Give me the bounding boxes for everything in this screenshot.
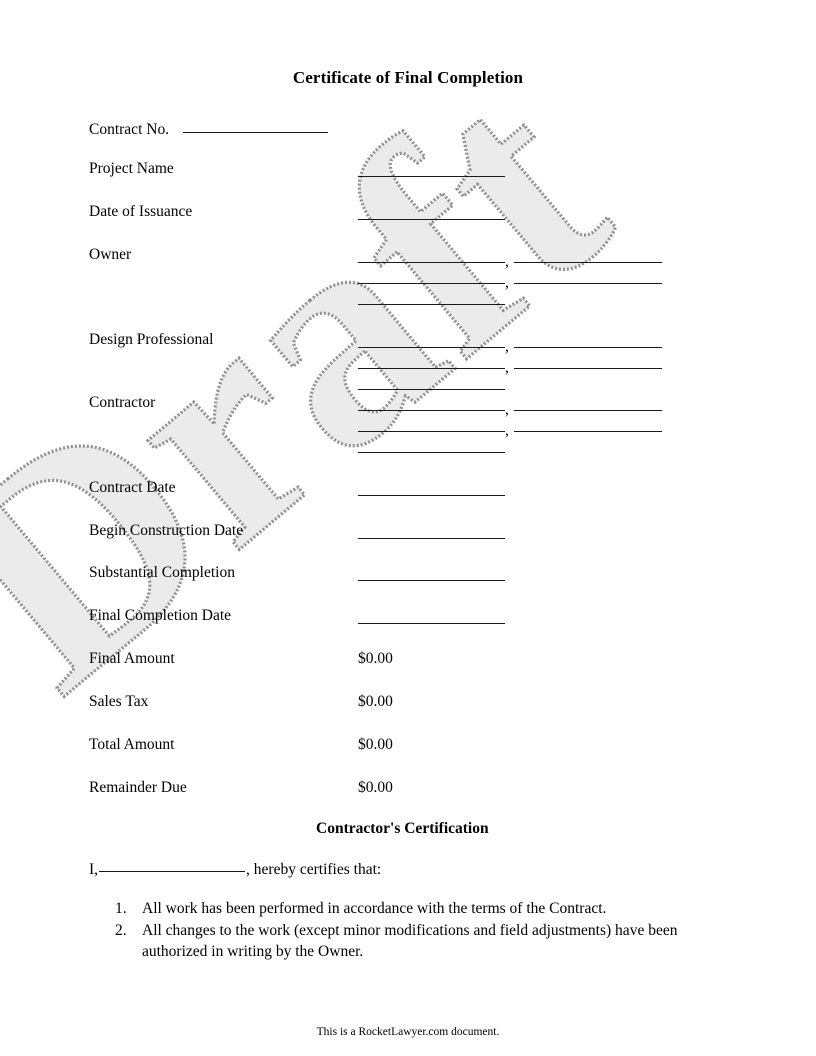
amount-label-total-amount: Total Amount [89,736,175,753]
design-comma-1: , [505,338,509,355]
contractor-comma-1: , [505,401,509,418]
field-rule-design-line2-b[interactable] [514,368,662,369]
field-rule-contractor-line3[interactable] [358,452,505,453]
field-rule-begin-construction-date[interactable] [358,538,505,539]
list-item: 1. All work has been performed in accord… [89,898,729,920]
list-item-number: 2. [115,921,127,939]
field-rule-project-name[interactable] [358,176,505,177]
field-rule-substantial-completion[interactable] [358,580,505,581]
field-label-date-of-issuance: Date of Issuance [89,203,193,220]
field-label-substantial-completion: Substantial Completion [89,564,235,581]
list-item: 2. All changes to the work (except minor… [89,920,729,963]
design-comma-2: , [505,359,509,376]
field-label-owner: Owner [89,246,132,263]
amount-value-final-amount: $0.00 [358,650,393,667]
field-rule-design-line1-a[interactable] [358,347,505,348]
amount-value-total-amount: $0.00 [358,736,393,753]
field-rule-owner-line1-b[interactable] [514,262,662,263]
field-label-contractor: Contractor [89,394,156,411]
field-rule-owner-line2-b[interactable] [514,283,662,284]
field-label-contract-no: Contract No. [89,121,170,138]
field-rule-contractor-line2-a[interactable] [358,431,505,432]
field-rule-contractor-line1-b[interactable] [514,410,662,411]
field-label-project-name: Project Name [89,160,174,177]
field-rule-owner-line1-a[interactable] [358,262,505,263]
field-rule-contractor-line2-b[interactable] [514,431,662,432]
certification-name-rule[interactable] [99,871,246,872]
certification-heading: Contractor's Certification [316,820,489,837]
amount-label-remainder-due: Remainder Due [89,779,187,796]
owner-comma-2: , [505,274,509,291]
field-label-design-professional: Design Professional [89,331,214,348]
field-rule-contractor-line1-a[interactable] [358,410,505,411]
amount-value-remainder-due: $0.00 [358,779,393,796]
list-item-text: All changes to the work (except minor mo… [142,921,678,961]
certification-intro: I, , hereby certifies that: [89,861,381,879]
page-footer: This is a RocketLawyer.com document. [316,1026,500,1038]
field-rule-final-completion-date[interactable] [358,623,505,624]
owner-comma-1: , [505,253,509,270]
list-item-number: 1. [115,900,127,917]
field-rule-owner-line2-a[interactable] [358,283,505,284]
field-label-final-completion-date: Final Completion Date [89,607,232,624]
field-rule-date-of-issuance[interactable] [358,219,505,220]
certification-intro-prefix: I, [89,861,99,878]
field-label-contract-date: Contract Date [89,479,176,496]
amount-value-sales-tax: $0.00 [358,693,393,710]
amount-label-final-amount: Final Amount [89,650,175,667]
field-rule-contract-no[interactable] [183,132,328,133]
list-item-text: All work has been performed in accordanc… [142,900,607,917]
field-rule-contract-date[interactable] [358,495,505,496]
field-rule-design-line1-b[interactable] [514,347,662,348]
amount-label-sales-tax: Sales Tax [89,693,149,710]
document-page: Draft Certificate of Final Completion Co… [0,0,816,1056]
contractor-comma-2: , [505,422,509,439]
field-rule-owner-line3[interactable] [358,304,505,305]
field-label-begin-construction-date: Begin Construction Date [89,522,244,539]
field-rule-design-line2-a[interactable] [358,368,505,369]
field-rule-design-line3[interactable] [358,389,505,390]
certification-intro-suffix: , hereby certifies that: [246,861,382,878]
page-title: Certificate of Final Completion [292,68,524,87]
certification-list: 1. All work has been performed in accord… [89,898,729,963]
